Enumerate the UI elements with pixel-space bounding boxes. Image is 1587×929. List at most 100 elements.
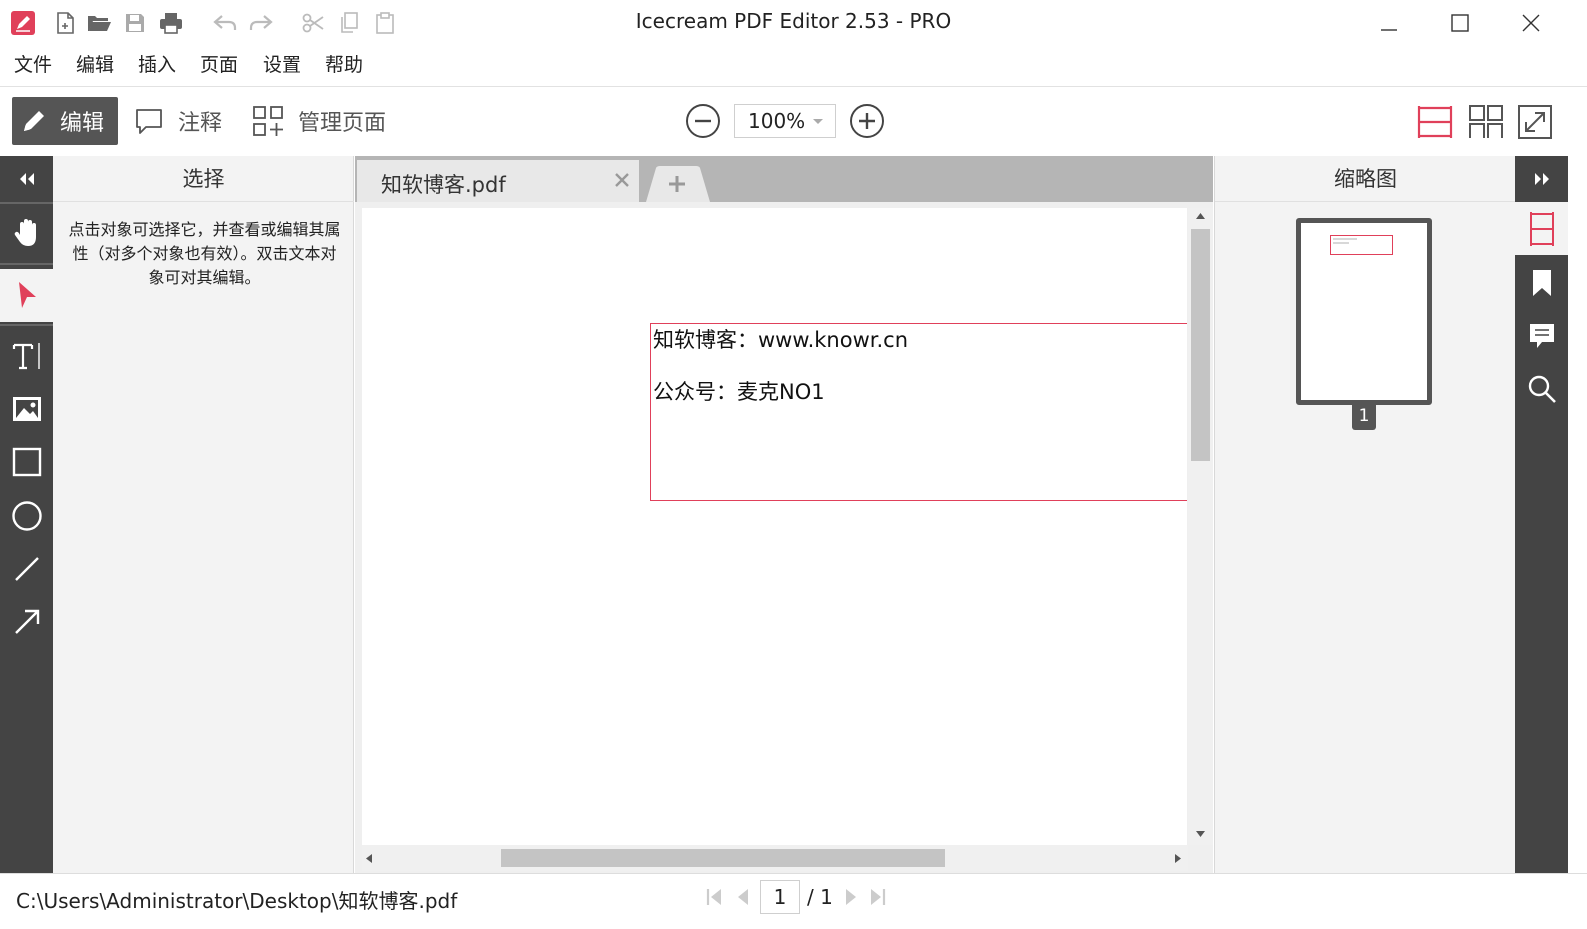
left-tool-rail bbox=[0, 156, 53, 873]
horizontal-scrollbar[interactable] bbox=[362, 845, 1188, 871]
menu-help[interactable]: 帮助 bbox=[325, 50, 363, 77]
scroll-right-icon bbox=[1175, 854, 1181, 863]
maximize-button[interactable] bbox=[1437, 6, 1483, 40]
chevron-down-icon bbox=[811, 114, 825, 128]
annotate-mode-label: 注释 bbox=[178, 111, 223, 136]
multi-page-view-button[interactable] bbox=[1467, 103, 1505, 141]
image-tool[interactable] bbox=[0, 382, 53, 435]
rectangle-icon bbox=[12, 447, 41, 476]
search-icon bbox=[1528, 375, 1556, 403]
save-icon[interactable] bbox=[122, 10, 148, 36]
main-toolbar: 编辑 注释 管理页面 100% bbox=[0, 86, 1587, 156]
vertical-scrollbar[interactable] bbox=[1188, 208, 1213, 845]
collapse-left-panel-button[interactable] bbox=[0, 156, 53, 202]
undo-icon[interactable] bbox=[212, 10, 238, 36]
print-icon[interactable] bbox=[158, 10, 184, 36]
properties-panel: 选择 点击对象可选择它，并查看或编辑其属性（对多个对象也有效）。双击文本对象可对… bbox=[53, 156, 354, 873]
hand-tool[interactable] bbox=[0, 206, 53, 259]
scroll-up-icon bbox=[1196, 213, 1205, 219]
tab-label: 知软博客.pdf bbox=[381, 173, 506, 197]
hand-icon bbox=[14, 218, 36, 246]
document-text-line-2[interactable]: 公众号：麦克NO1 bbox=[653, 376, 825, 406]
last-page-icon[interactable] bbox=[867, 886, 887, 908]
copy-icon[interactable] bbox=[336, 10, 362, 36]
menu-bar: 文件 编辑 插入 页面 设置 帮助 bbox=[0, 44, 1587, 84]
single-page-view-button[interactable] bbox=[1416, 103, 1454, 141]
plus-icon bbox=[646, 166, 710, 202]
paste-icon[interactable] bbox=[372, 10, 398, 36]
thumbnails-tab[interactable] bbox=[1515, 202, 1568, 255]
pdf-page[interactable]: 知软博客：www.knowr.cn 公众号：麦克NO1 bbox=[362, 208, 1187, 845]
minus-circle-icon bbox=[686, 104, 720, 138]
thumbnail-text-box bbox=[1330, 235, 1393, 255]
collapse-right-panel-button[interactable] bbox=[1515, 156, 1568, 202]
open-folder-icon[interactable] bbox=[86, 10, 112, 36]
page-total: / 1 bbox=[807, 885, 833, 909]
redo-icon[interactable] bbox=[248, 10, 274, 36]
search-tab[interactable] bbox=[1515, 362, 1568, 415]
comments-tab[interactable] bbox=[1515, 309, 1568, 362]
tab-document[interactable]: 知软博客.pdf bbox=[357, 160, 639, 202]
rectangle-tool[interactable] bbox=[0, 435, 53, 488]
right-tool-rail bbox=[1515, 156, 1568, 873]
select-tool[interactable] bbox=[0, 269, 53, 322]
panel-description: 点击对象可选择它，并查看或编辑其属性（对多个对象也有效）。双击文本对象可对其编辑… bbox=[68, 220, 341, 287]
double-chevron-right-icon bbox=[1534, 173, 1549, 185]
text-cursor-icon bbox=[12, 342, 40, 369]
zoom-out-button[interactable] bbox=[685, 103, 721, 139]
menu-insert[interactable]: 插入 bbox=[138, 50, 176, 77]
thumbnail-page-number: 1 bbox=[1352, 404, 1376, 430]
cut-icon[interactable] bbox=[300, 10, 326, 36]
document-area: 知软博客.pdf 知软博客：www.knowr.cn 公众号：麦克NO1 bbox=[355, 156, 1213, 873]
arrow-tool[interactable] bbox=[0, 595, 53, 648]
window-title: Icecream PDF Editor 2.53 - PRO bbox=[635, 9, 952, 33]
app-logo-icon bbox=[10, 10, 36, 36]
edit-mode-button[interactable]: 编辑 bbox=[12, 97, 118, 145]
menu-settings[interactable]: 设置 bbox=[263, 50, 301, 77]
fullscreen-icon bbox=[1518, 105, 1552, 139]
close-window-button[interactable] bbox=[1508, 6, 1554, 40]
ellipse-tool[interactable] bbox=[0, 489, 53, 542]
menu-page[interactable]: 页面 bbox=[200, 50, 238, 77]
title-bar: Icecream PDF Editor 2.53 - PRO bbox=[0, 0, 1587, 44]
status-bar: C:\Users\Administrator\Desktop\知软博客.pdf … bbox=[0, 873, 1587, 929]
line-tool[interactable] bbox=[0, 542, 53, 595]
selected-text-box[interactable]: 知软博客：www.knowr.cn 公众号：麦克NO1 bbox=[650, 323, 1187, 501]
image-icon bbox=[12, 396, 41, 421]
document-text-line-1[interactable]: 知软博客：www.knowr.cn bbox=[653, 324, 908, 354]
new-document-icon[interactable] bbox=[52, 10, 78, 36]
menu-edit[interactable]: 编辑 bbox=[76, 50, 114, 77]
horizontal-scroll-thumb[interactable] bbox=[501, 849, 945, 867]
close-tab-icon[interactable] bbox=[613, 171, 631, 189]
edit-mode-label: 编辑 bbox=[60, 111, 105, 136]
fullscreen-button[interactable] bbox=[1516, 103, 1554, 141]
manage-pages-icon bbox=[252, 105, 284, 137]
zoom-value: 100% bbox=[748, 109, 806, 133]
line-icon bbox=[14, 556, 39, 581]
bookmarks-tab[interactable] bbox=[1515, 256, 1568, 309]
manage-pages-button[interactable]: 管理页面 bbox=[252, 97, 386, 145]
panel-title: 缩略图 bbox=[1215, 156, 1516, 202]
scroll-down-icon bbox=[1196, 831, 1205, 837]
add-tab-button[interactable] bbox=[646, 166, 710, 202]
menu-file[interactable]: 文件 bbox=[14, 50, 52, 77]
thumbnails-icon bbox=[1529, 211, 1554, 246]
zoom-in-button[interactable] bbox=[849, 103, 885, 139]
previous-page-icon[interactable] bbox=[733, 886, 753, 908]
pencil-icon bbox=[20, 107, 48, 135]
plus-circle-icon bbox=[850, 104, 884, 138]
panel-title: 选择 bbox=[53, 156, 354, 202]
annotate-mode-button[interactable]: 注释 bbox=[134, 97, 222, 145]
next-page-icon[interactable] bbox=[841, 886, 861, 908]
scroll-left-icon bbox=[366, 854, 372, 863]
first-page-icon[interactable] bbox=[705, 886, 725, 908]
vertical-scroll-thumb[interactable] bbox=[1191, 229, 1210, 461]
zoom-select[interactable]: 100% bbox=[734, 104, 836, 138]
page-thumbnail[interactable] bbox=[1296, 218, 1432, 405]
text-tool[interactable] bbox=[0, 329, 53, 382]
grid-view-icon bbox=[1469, 105, 1503, 138]
arrow-icon bbox=[14, 609, 39, 634]
minimize-button[interactable] bbox=[1366, 6, 1412, 40]
comment-icon bbox=[1529, 323, 1554, 348]
page-number-input[interactable]: 1 bbox=[760, 880, 800, 914]
